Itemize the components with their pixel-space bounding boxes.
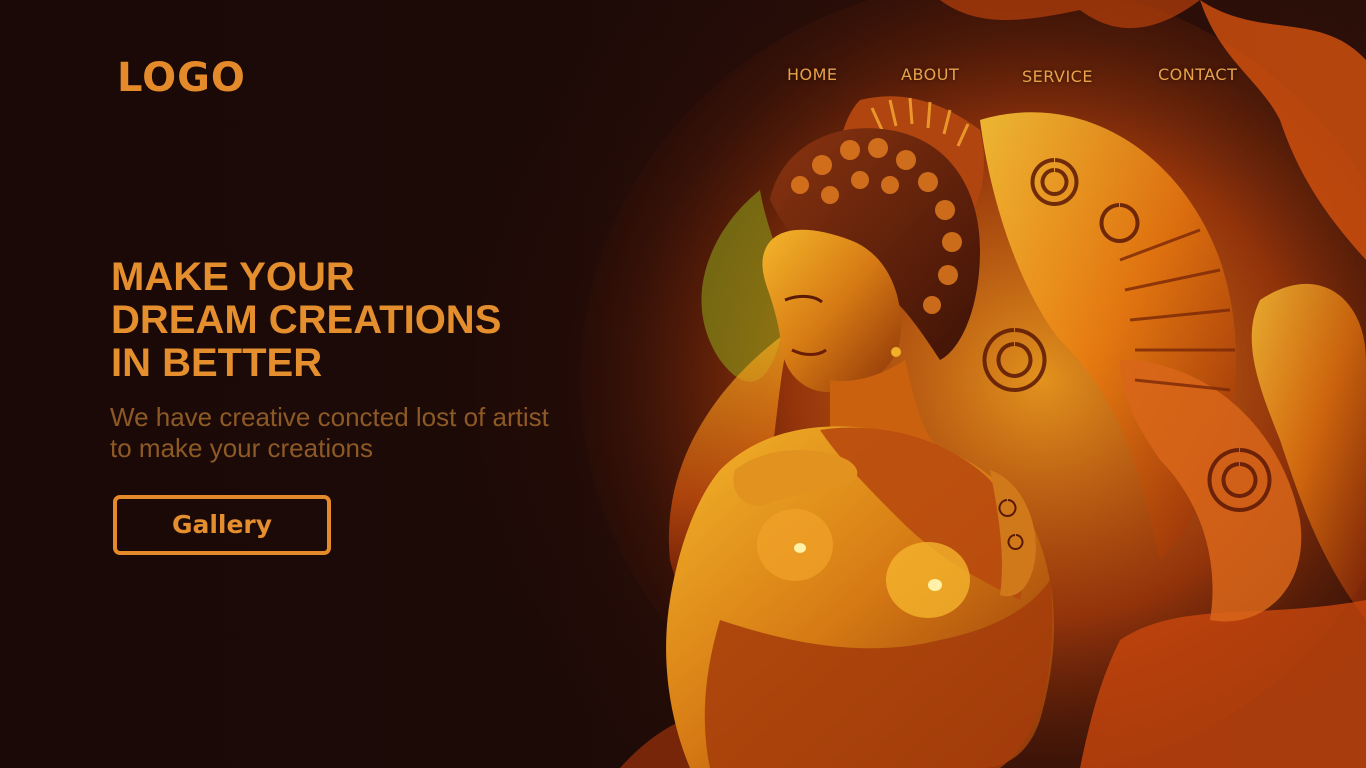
nav-item-contact[interactable]: CONTACT — [1158, 64, 1237, 86]
hero-title: MAKE YOUR DREAM CREATIONS IN BETTER — [111, 256, 501, 385]
nav-item-service[interactable]: SERVICE — [1022, 66, 1093, 88]
hero-subtitle: We have creative concted lost of artist … — [110, 402, 549, 464]
hero-title-line-3: IN BETTER — [111, 341, 323, 385]
gallery-button[interactable]: Gallery — [113, 495, 331, 555]
nav-item-about[interactable]: ABOUT — [901, 64, 959, 86]
main-nav: HOME ABOUT SERVICE CONTACT — [0, 64, 1366, 88]
hero-title-line-2: DREAM CREATIONS — [111, 298, 502, 342]
hero-title-line-1: MAKE YOUR — [111, 255, 355, 299]
hero-subtitle-line-1: We have creative concted lost of artist — [110, 402, 549, 432]
nav-item-home[interactable]: HOME — [787, 64, 838, 86]
fire-goddess-illustration — [580, 0, 1366, 768]
hero-subtitle-line-2: to make your creations — [110, 433, 374, 463]
